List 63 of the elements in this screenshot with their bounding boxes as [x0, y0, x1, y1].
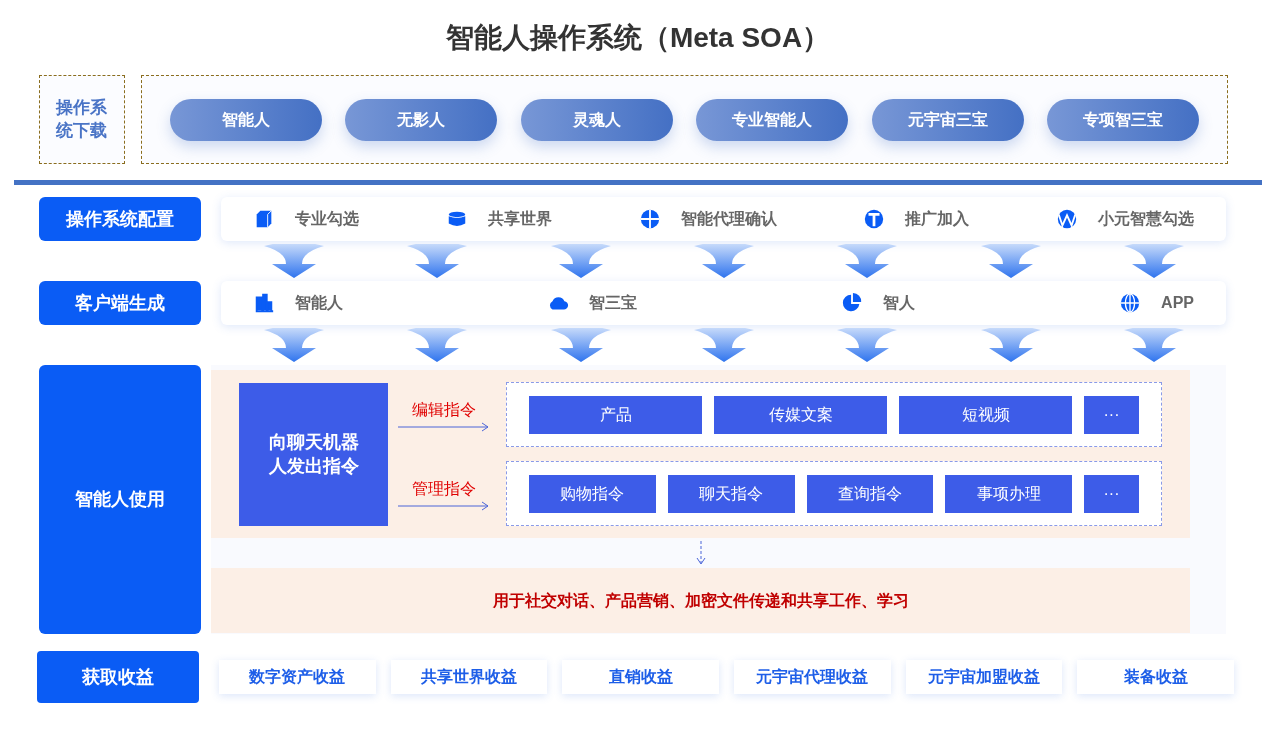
right-arrow-icon — [398, 421, 490, 432]
earnings-card: 数字资产收益 — [219, 660, 376, 694]
down-arrow-icon — [837, 328, 898, 362]
feature-label: 共享世界 — [487, 209, 552, 229]
download-option-button[interactable]: 灵魂人 — [520, 98, 673, 141]
source-box: 向聊天机器人发出指令 — [239, 382, 388, 526]
down-arrow-icon — [693, 328, 754, 362]
earnings-card: 共享世界收益 — [390, 660, 548, 694]
feature-label: 智三宝 — [589, 293, 638, 313]
buildings-icon — [253, 292, 275, 314]
command-item: 事项办理 — [945, 474, 1072, 513]
section-label: 智能人使用 — [39, 365, 201, 634]
feature-label: 智能代理确认 — [680, 209, 777, 229]
earnings-card: 装备收益 — [1077, 660, 1235, 694]
command-label: 编辑指令 — [412, 399, 476, 420]
earnings-card: 元宇宙加盟收益 — [905, 660, 1063, 694]
section-label: 操作系统配置 — [39, 197, 201, 241]
down-arrow-icon — [407, 328, 468, 362]
download-option-button[interactable]: 专项智三宝 — [1047, 98, 1200, 141]
command-item: ··· — [1084, 395, 1139, 434]
section-label: 获取收益 — [37, 651, 199, 703]
page-title: 智能人操作系统（Meta SOA） — [445, 20, 831, 55]
earnings-card: 元宇宙代理收益 — [734, 660, 891, 694]
command-item: 购物指令 — [529, 474, 656, 513]
down-arrow-icon — [1124, 328, 1185, 362]
globe-icon — [1119, 292, 1142, 314]
command-item: 聊天指令 — [667, 474, 795, 513]
down-arrow-icon — [695, 541, 706, 565]
download-label: 操作系统下载 — [54, 97, 109, 142]
down-arrow-icon — [263, 244, 324, 278]
down-arrow-icon — [693, 244, 754, 278]
command-item: 传媒文案 — [714, 395, 887, 434]
pie-chart-icon — [841, 292, 864, 314]
t-circle-icon — [863, 208, 886, 230]
download-option-button[interactable]: 专业智能人 — [696, 98, 849, 141]
feature-label: 推广加入 — [905, 209, 970, 229]
crosshair-icon — [638, 208, 661, 230]
section-label: 客户端生成 — [39, 281, 201, 325]
command-item: 查询指令 — [806, 474, 934, 513]
command-label: 管理指令 — [412, 478, 476, 499]
down-arrow-icon — [263, 328, 324, 362]
down-arrow-icon — [550, 244, 611, 278]
down-arrow-icon — [837, 244, 898, 278]
download-option-button[interactable]: 智能人 — [169, 98, 322, 141]
right-arrow-icon — [398, 500, 490, 511]
down-arrow-icon — [1124, 244, 1185, 278]
result-text: 用于社交对话、产品营销、加密文件传递和共享工作、学习 — [492, 590, 909, 611]
download-option-button[interactable]: 元宇宙三宝 — [871, 98, 1024, 141]
feature-label: 智人 — [883, 293, 916, 313]
wave-circle-icon — [1056, 208, 1078, 230]
earnings-card: 直销收益 — [562, 660, 719, 694]
down-arrow-icon — [980, 328, 1041, 362]
command-item: 短视频 — [899, 395, 1072, 434]
down-arrow-icon — [407, 244, 468, 278]
down-arrow-icon — [550, 328, 611, 362]
feature-label: 智能人 — [295, 293, 343, 313]
feature-label: 小元智慧勾选 — [1098, 209, 1194, 229]
feature-label: APP — [1161, 293, 1194, 313]
feature-label: 专业勾选 — [295, 209, 359, 229]
down-arrow-icon — [980, 244, 1041, 278]
download-option-button[interactable]: 无影人 — [345, 98, 498, 141]
command-item: ··· — [1084, 474, 1139, 513]
command-item: 产品 — [529, 395, 702, 434]
